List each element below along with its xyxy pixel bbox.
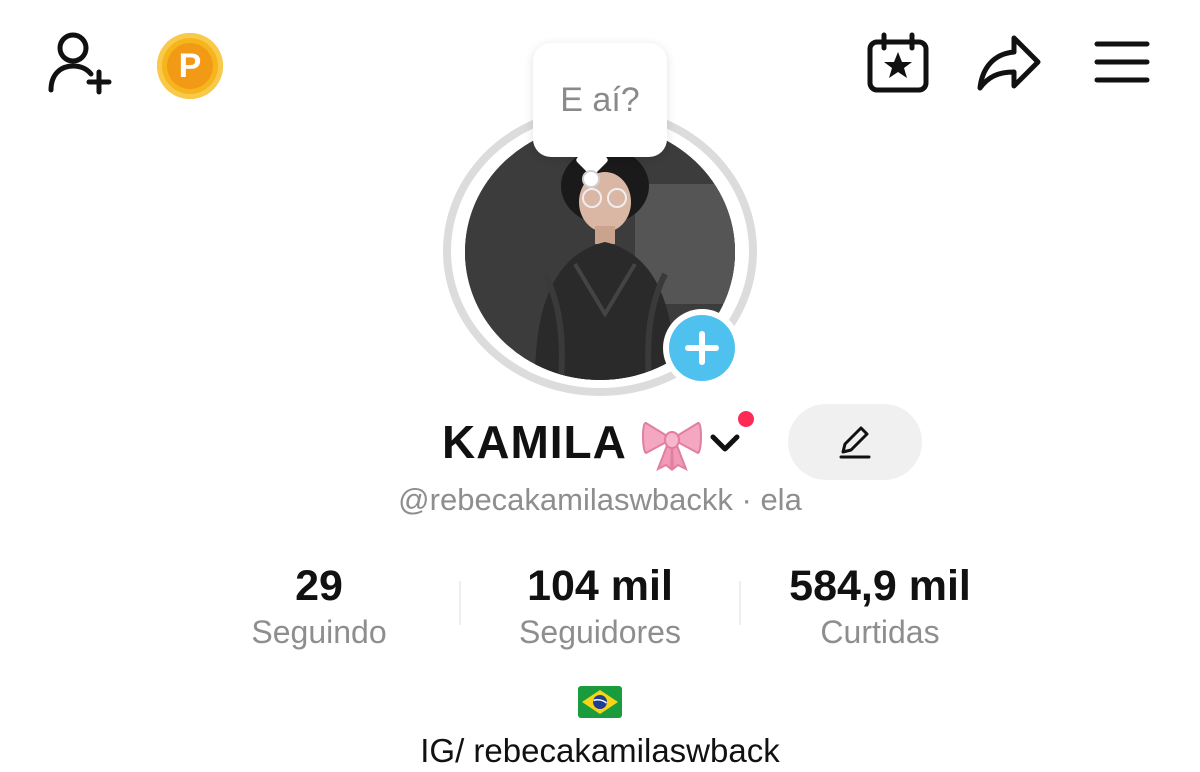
stat-likes-value: 584,9 mil (789, 562, 971, 610)
share-button[interactable] (972, 30, 1044, 96)
add-story-button[interactable] (663, 309, 741, 387)
coin-letter: P (178, 46, 202, 85)
display-name: KAMILA (442, 416, 627, 468)
status-bubble-dot (582, 170, 600, 188)
ribbon-bow-emoji (642, 421, 702, 471)
pronoun: ela (760, 482, 802, 517)
stat-followers-label: Seguidores (519, 614, 681, 650)
add-friend-icon (48, 32, 112, 95)
stat-likes[interactable]: 584,9 mil Curtidas (730, 560, 1030, 652)
stat-following[interactable]: 29 Seguindo (169, 560, 469, 652)
stat-following-label: Seguindo (251, 614, 387, 650)
status-bubble-text: E aí? (560, 80, 640, 119)
calendar-star-icon (867, 32, 929, 93)
menu-icon (1094, 41, 1150, 83)
stat-followers-value: 104 mil (527, 562, 673, 610)
plus-icon (685, 331, 719, 365)
stat-followers[interactable]: 104 mil Seguidores (450, 560, 750, 652)
pencil-icon (839, 426, 871, 459)
username-handle: @rebecakamilaswbackk (398, 482, 733, 517)
calendar-button[interactable] (862, 30, 934, 96)
add-story-circle (669, 315, 735, 381)
pronoun-separator: · (732, 482, 761, 517)
chevron-down-icon[interactable] (707, 428, 743, 458)
edit-profile-button[interactable] (788, 404, 922, 480)
stat-following-value: 29 (295, 562, 343, 610)
coin-icon: P (167, 43, 213, 89)
brazil-flag-emoji (578, 686, 622, 718)
bio-text: IG/ rebecakamilaswback (420, 732, 780, 769)
handle-row: @rebecakamilaswbackk · ela (0, 480, 1200, 520)
menu-button[interactable] (1090, 34, 1154, 90)
coins-button[interactable]: P (157, 33, 223, 99)
notification-dot (735, 408, 757, 430)
stat-likes-label: Curtidas (820, 614, 940, 650)
share-icon (977, 35, 1041, 91)
status-bubble[interactable]: E aí? (533, 43, 667, 157)
add-friend-button[interactable] (40, 28, 116, 98)
